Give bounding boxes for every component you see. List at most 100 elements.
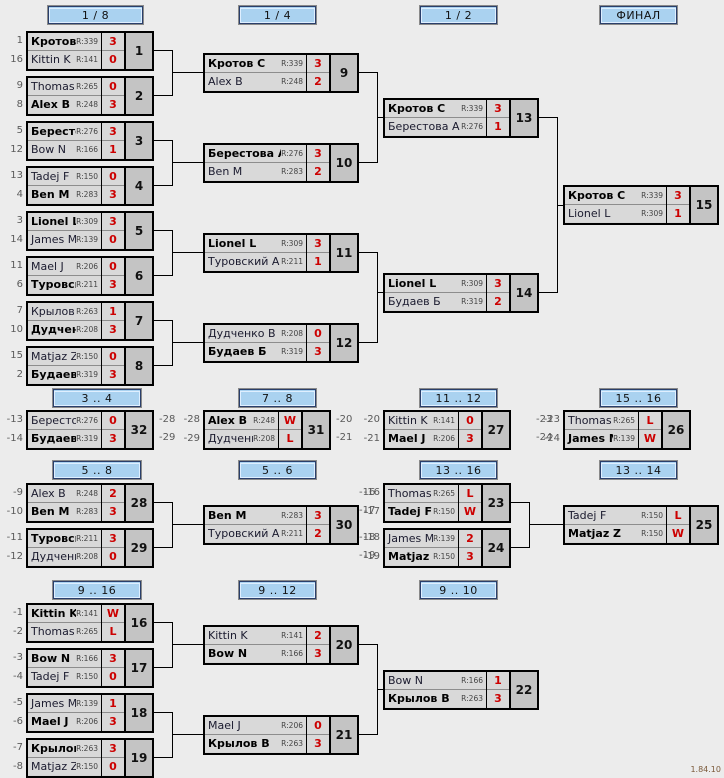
player-row[interactable]: Ben M R:283 xyxy=(205,507,306,525)
player-row[interactable]: Кротов СR:339 xyxy=(385,100,486,118)
player-row[interactable]: Matjaz ZR:150 xyxy=(385,548,458,565)
player-row[interactable]: Берестова АR:276 xyxy=(28,412,101,430)
player-row[interactable]: Будаев БR:319 xyxy=(205,343,306,360)
player-row[interactable]: Thomas SR:265 xyxy=(565,412,638,430)
match-box-m24[interactable]: James MR:139Matjaz ZR:1502324 xyxy=(383,528,511,568)
match-box-m8[interactable]: Matjaz ZR:150Будаев БR:319038 xyxy=(26,346,154,386)
match-box-m13[interactable]: Кротов С R:339 Берестова А R:276 3 1 13 xyxy=(383,98,539,138)
player-row[interactable]: Lionel L R:309 xyxy=(28,213,101,231)
match-box-m27[interactable]: Kittin K R:141 Mael J R:206 0 3 27 xyxy=(383,410,511,450)
player-row[interactable]: Кротов СR:339 xyxy=(565,187,666,205)
match-box-m9[interactable]: Кротов С R:339 Alex B R:248 3 2 9 xyxy=(203,53,359,93)
match-box-m6[interactable]: Mael JR:206Туровский АR:211036 xyxy=(26,256,154,296)
player-row[interactable]: Kittin K R:141 xyxy=(28,51,101,68)
player-row[interactable]: Кротов СR:339 xyxy=(205,55,306,73)
match-box-m31[interactable]: Alex BR:248Дудченко ВR:208WL31 xyxy=(203,410,331,450)
player-row[interactable]: Mael J R:206 xyxy=(385,430,458,447)
match-box-m1[interactable]: Кротов СR:339Kittin KR:141301 xyxy=(26,31,154,71)
match-box-m4[interactable]: Tadej F R:150 Ben M R:283 0 3 4 xyxy=(26,166,154,206)
player-row[interactable]: Matjaz ZR:150 xyxy=(28,348,101,366)
round-header-label: 9 .. 10 xyxy=(421,583,496,598)
player-row[interactable]: Alex B R:248 xyxy=(28,96,101,113)
player-row[interactable]: Дудченко ВR:208 xyxy=(28,321,101,338)
player-row[interactable]: Mael J R:206 xyxy=(28,258,101,276)
player-row[interactable]: Туровский АR:211 xyxy=(205,525,306,542)
player-row[interactable]: James MR:139 xyxy=(28,231,101,248)
player-row[interactable]: Kittin K R:141 xyxy=(28,605,101,623)
player-row[interactable]: Lionel L R:309 xyxy=(385,275,486,293)
match-box-m2[interactable]: Thomas SR:265Alex BR:248032 xyxy=(26,76,154,116)
player-score: 3 xyxy=(102,713,124,730)
player-row[interactable]: Дудченко ВR:208 xyxy=(205,325,306,343)
player-row[interactable]: Кротов СR:339 xyxy=(28,33,101,51)
player-row[interactable]: Alex B R:248 xyxy=(205,412,278,430)
match-box-m5[interactable]: Lionel L R:309 James M R:139 3 0 5 xyxy=(26,211,154,251)
player-row[interactable]: Будаев БR:319 xyxy=(28,430,101,447)
player-row[interactable]: Tadej F R:150 xyxy=(28,168,101,186)
match-box-m11[interactable]: Lionel L R:309 Туровский А R:211 3 1 11 xyxy=(203,233,359,273)
player-row[interactable]: Thomas SR:265 xyxy=(28,623,101,640)
player-row[interactable]: Берестова АR:276 xyxy=(28,123,101,141)
match-box-m32[interactable]: Берестова АR:276Будаев БR:3190332 xyxy=(26,410,154,450)
player-row[interactable]: Туровский АR:211 xyxy=(28,530,101,548)
match-box-m16[interactable]: Kittin KR:141Thomas SR:265WL16 xyxy=(26,603,154,643)
player-row[interactable]: Будаев БR:319 xyxy=(28,366,101,383)
player-row[interactable]: Mael J R:206 xyxy=(205,717,306,735)
player-row[interactable]: Kittin K R:141 xyxy=(385,412,458,430)
player-row[interactable]: Туровский АR:211 xyxy=(205,253,306,270)
player-row[interactable]: Mael J R:206 xyxy=(28,713,101,730)
player-row[interactable]: Matjaz ZR:150 xyxy=(28,758,101,775)
player-row[interactable]: Kittin K R:141 xyxy=(205,627,306,645)
match-box-m26[interactable]: Thomas SR:265James MR:139LW26 xyxy=(563,410,691,450)
player-row[interactable]: Берестова АR:276 xyxy=(385,118,486,135)
player-row[interactable]: Туровский АR:211 xyxy=(28,276,101,293)
match-box-m7[interactable]: Крылов ВR:263Дудченко ВR:208137 xyxy=(26,301,154,341)
player-row[interactable]: Ben M R:283 xyxy=(28,503,101,520)
match-box-m3[interactable]: Берестова АR:276Bow NR:166313 xyxy=(26,121,154,161)
match-box-m30[interactable]: Ben M R:283 Туровский А R:211 3 2 30 xyxy=(203,505,359,545)
player-row[interactable]: Крылов ВR:263 xyxy=(28,303,101,321)
player-row[interactable]: Bow N R:166 xyxy=(28,650,101,668)
player-row[interactable]: Thomas SR:265 xyxy=(385,485,458,503)
connector-line xyxy=(154,275,172,276)
player-rating: R:319 xyxy=(461,297,483,306)
match-box-m28[interactable]: Alex B R:248 Ben M R:283 2 3 28 xyxy=(26,483,154,523)
match-box-m12[interactable]: Дудченко В R:208 Будаев Б R:319 0 3 12 xyxy=(203,323,359,363)
match-box-m25[interactable]: Tadej F R:150 Matjaz Z R:150 L W 25 xyxy=(563,505,719,545)
player-row[interactable]: Крылов ВR:263 xyxy=(385,690,486,707)
match-box-m15[interactable]: Кротов С R:339 Lionel L R:309 3 1 15 xyxy=(563,185,719,225)
player-row[interactable]: Дудченко ВR:208 xyxy=(205,430,278,447)
player-row[interactable]: Tadej F R:150 xyxy=(565,507,666,525)
player-row[interactable]: Bow N R:166 xyxy=(385,672,486,690)
player-row[interactable]: Bow N R:166 xyxy=(205,645,306,662)
player-row[interactable]: Ben M R:283 xyxy=(205,163,306,180)
match-box-m21[interactable]: Mael J R:206 Крылов В R:263 0 3 21 xyxy=(203,715,359,755)
player-row[interactable]: Lionel L R:309 xyxy=(205,235,306,253)
player-row[interactable]: Tadej F R:150 xyxy=(28,668,101,685)
player-row[interactable]: Крылов ВR:263 xyxy=(205,735,306,752)
match-box-m23[interactable]: Thomas SR:265Tadej FR:150LW23 xyxy=(383,483,511,523)
match-box-m19[interactable]: Крылов ВR:263Matjaz ZR:1503019 xyxy=(26,738,154,778)
player-row[interactable]: Bow N R:166 xyxy=(28,141,101,158)
match-box-m17[interactable]: Bow N R:166 Tadej F R:150 3 0 17 xyxy=(26,648,154,688)
player-row[interactable]: Дудченко ВR:208 xyxy=(28,548,101,565)
player-row[interactable]: Берестова АR:276 xyxy=(205,145,306,163)
player-row[interactable]: Lionel L R:309 xyxy=(565,205,666,222)
player-row[interactable]: James MR:139 xyxy=(385,530,458,548)
player-row[interactable]: Matjaz ZR:150 xyxy=(565,525,666,542)
player-row[interactable]: Крылов ВR:263 xyxy=(28,740,101,758)
match-box-m22[interactable]: Bow N R:166 Крылов В R:263 1 3 22 xyxy=(383,670,539,710)
match-box-m10[interactable]: Берестова А R:276 Ben M R:283 3 2 10 xyxy=(203,143,359,183)
match-box-m14[interactable]: Lionel L R:309 Будаев Б R:319 3 2 14 xyxy=(383,273,539,313)
player-row[interactable]: Thomas SR:265 xyxy=(28,78,101,96)
match-box-m18[interactable]: James M R:139 Mael J R:206 1 3 18 xyxy=(26,693,154,733)
player-row[interactable]: Ben M R:283 xyxy=(28,186,101,203)
match-box-m29[interactable]: Туровский АR:211Дудченко ВR:2083029 xyxy=(26,528,154,568)
player-row[interactable]: James MR:139 xyxy=(28,695,101,713)
player-row[interactable]: Alex B R:248 xyxy=(205,73,306,90)
player-row[interactable]: Tadej F R:150 xyxy=(385,503,458,520)
match-box-m20[interactable]: Kittin K R:141 Bow N R:166 2 3 20 xyxy=(203,625,359,665)
player-row[interactable]: James MR:139 xyxy=(565,430,638,447)
player-row[interactable]: Alex B R:248 xyxy=(28,485,101,503)
player-row[interactable]: Будаев БR:319 xyxy=(385,293,486,310)
